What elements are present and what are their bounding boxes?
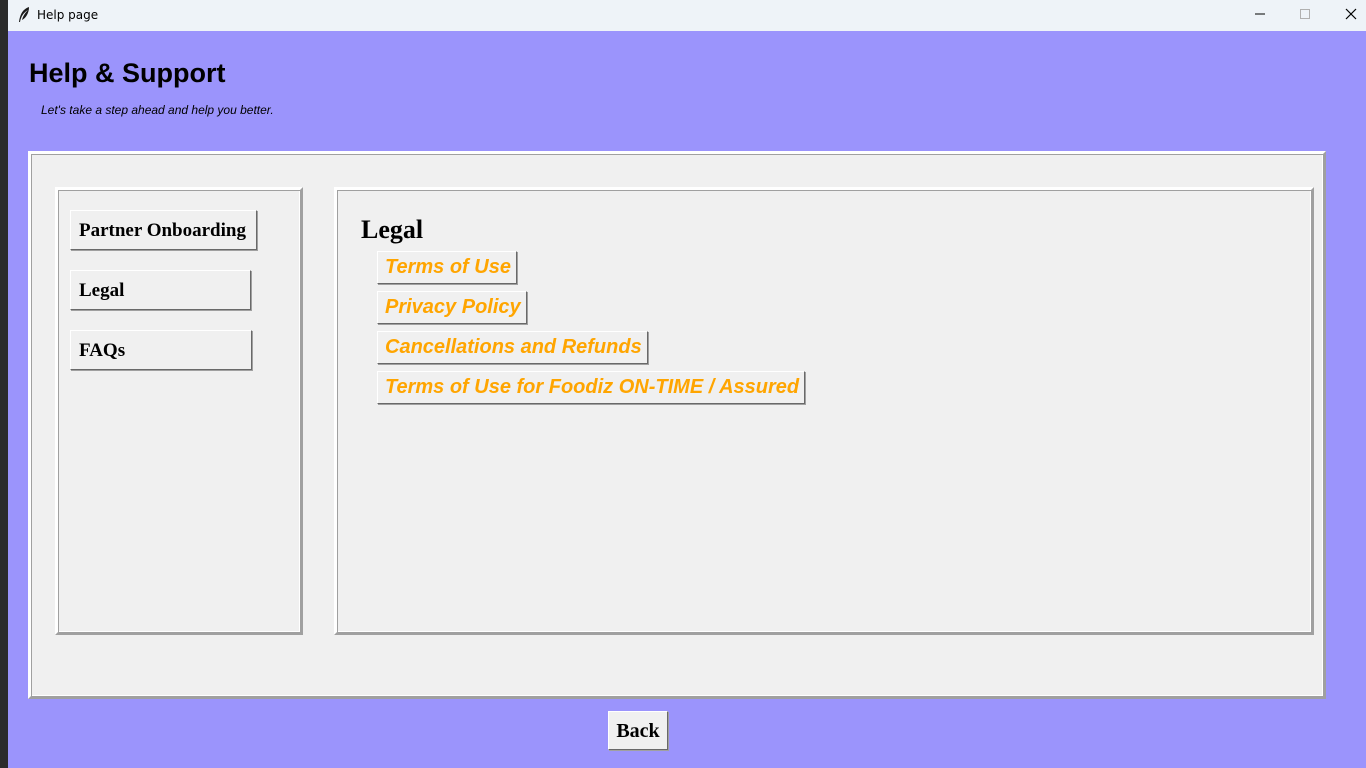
page-title: Help & Support <box>29 58 226 88</box>
cancellations-refunds-link[interactable]: Cancellations and Refunds <box>377 331 648 364</box>
close-button[interactable] <box>1328 0 1366 31</box>
help-window: Help page Help & Support Let's take a st… <box>8 0 1366 768</box>
minimize-icon <box>1254 7 1266 25</box>
sidebar-item-faqs[interactable]: FAQs <box>70 330 252 370</box>
title-bar[interactable]: Help page <box>8 0 1366 31</box>
privacy-policy-link[interactable]: Privacy Policy <box>377 291 527 324</box>
window-title: Help page <box>37 8 99 22</box>
maximize-icon <box>1299 7 1311 25</box>
close-icon <box>1345 7 1357 25</box>
maximize-button[interactable] <box>1282 0 1328 31</box>
desktop-edge <box>0 0 8 768</box>
main-panel: Legal Terms of Use Privacy Policy Cancel… <box>334 187 1314 635</box>
content-container: Partner Onboarding Legal FAQs Legal Term… <box>28 151 1326 699</box>
minimize-button[interactable] <box>1237 0 1283 31</box>
page-subtitle: Let's take a step ahead and help you bet… <box>41 103 274 117</box>
sidebar-item-partner-onboarding[interactable]: Partner Onboarding <box>70 210 257 250</box>
sidebar: Partner Onboarding Legal FAQs <box>55 187 303 635</box>
back-button[interactable]: Back <box>608 711 668 750</box>
sidebar-item-legal[interactable]: Legal <box>70 270 251 310</box>
section-heading: Legal <box>361 215 424 244</box>
terms-of-use-link[interactable]: Terms of Use <box>377 251 517 284</box>
terms-of-use-ontime-link[interactable]: Terms of Use for Foodiz ON-TIME / Assure… <box>377 371 806 404</box>
feather-icon <box>16 6 32 24</box>
